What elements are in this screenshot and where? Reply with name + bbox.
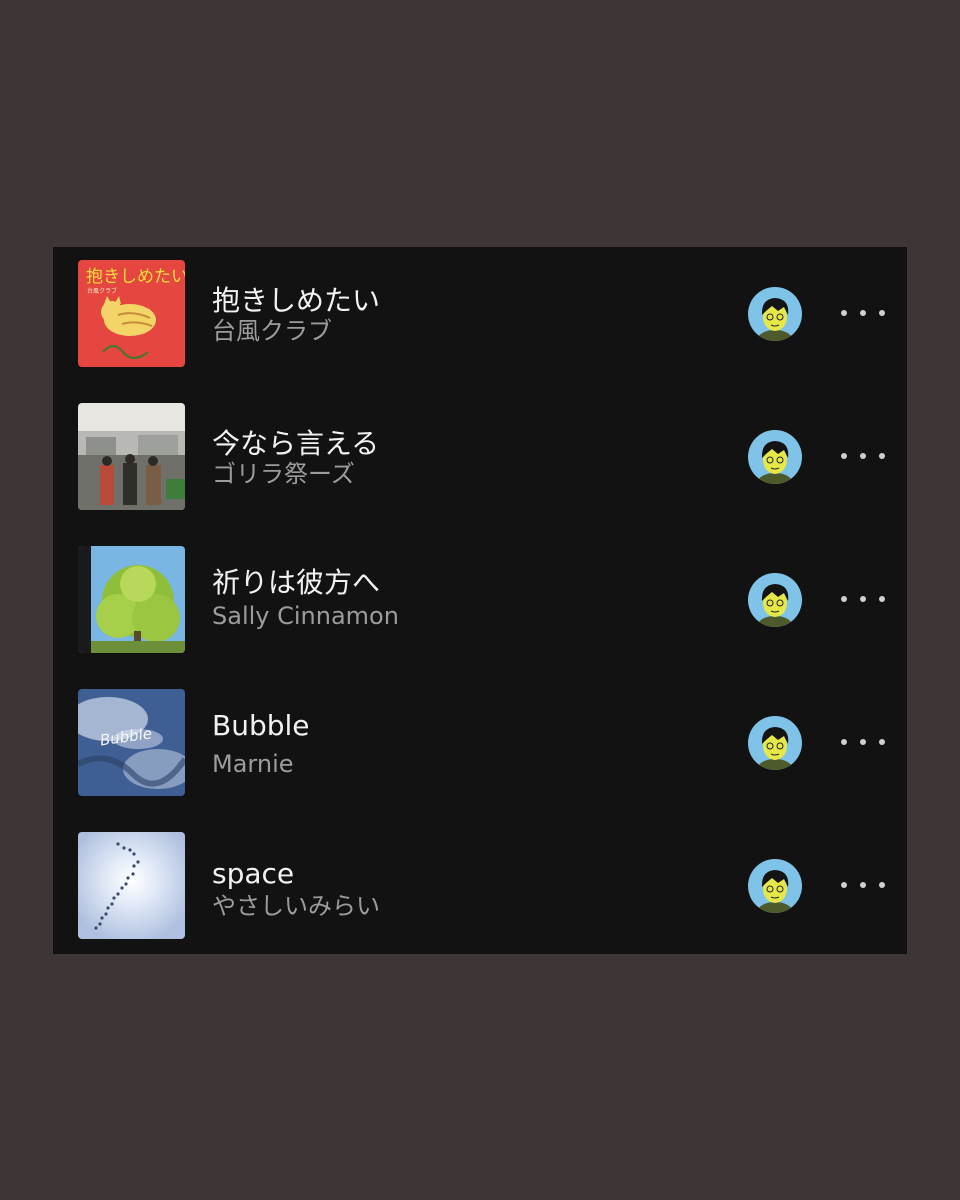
more-dot <box>860 882 866 888</box>
track-artist: やさしいみらい <box>212 892 380 920</box>
more-dot <box>860 739 866 745</box>
more-dot <box>879 310 885 316</box>
track-title: space <box>212 857 295 890</box>
more-dot <box>860 310 866 316</box>
track-artist: Sally Cinnamon <box>212 602 399 630</box>
track-row-4[interactable]: Bubble Bubble Marnie <box>53 676 907 796</box>
more-options-icon[interactable] <box>841 728 885 756</box>
track-row-1[interactable]: 抱きしめたい 台風クラブ 抱きしめたい 台風クラブ <box>53 247 907 367</box>
user-avatar-icon[interactable] <box>748 859 802 913</box>
album-cover-4[interactable]: Bubble <box>78 689 185 796</box>
cover-1-title-text: 抱きしめたい <box>86 267 185 287</box>
track-list: 抱きしめたい 台風クラブ 抱きしめたい 台風クラブ 今なら言える ゴリラ祭ーズ … <box>53 247 907 954</box>
album-cover-5[interactable] <box>78 832 185 939</box>
more-dot <box>841 310 847 316</box>
track-artist: 台風クラブ <box>212 317 332 345</box>
more-dot <box>860 596 866 602</box>
track-title: 今なら言える <box>212 427 380 460</box>
more-dot <box>860 453 866 459</box>
track-title: 祈りは彼方へ <box>212 566 381 599</box>
more-dot <box>879 882 885 888</box>
album-cover-3[interactable] <box>78 546 185 653</box>
more-options-icon[interactable] <box>841 871 885 899</box>
more-dot <box>841 882 847 888</box>
more-dot <box>841 739 847 745</box>
track-title: Bubble <box>212 709 310 742</box>
track-artist: Marnie <box>212 750 294 778</box>
user-avatar-icon[interactable] <box>748 573 802 627</box>
track-title: 抱きしめたい <box>212 284 381 317</box>
more-options-icon[interactable] <box>841 585 885 613</box>
more-dot <box>879 739 885 745</box>
more-options-icon[interactable] <box>841 299 885 327</box>
track-row-3[interactable]: 祈りは彼方へ Sally Cinnamon <box>53 533 907 653</box>
user-avatar-icon[interactable] <box>748 430 802 484</box>
user-avatar-icon[interactable] <box>748 716 802 770</box>
track-row-2[interactable]: 今なら言える ゴリラ祭ーズ <box>53 390 907 510</box>
more-dot <box>841 453 847 459</box>
album-cover-2[interactable] <box>78 403 185 510</box>
track-row-5[interactable]: space やさしいみらい <box>53 819 907 939</box>
track-artist: ゴリラ祭ーズ <box>212 460 355 488</box>
more-dot <box>879 453 885 459</box>
user-avatar-icon[interactable] <box>748 287 802 341</box>
more-options-icon[interactable] <box>841 442 885 470</box>
more-dot <box>841 596 847 602</box>
cover-1-small-text: 台風クラブ <box>87 287 117 295</box>
album-cover-1[interactable]: 抱きしめたい 台風クラブ <box>78 260 185 367</box>
more-dot <box>879 596 885 602</box>
